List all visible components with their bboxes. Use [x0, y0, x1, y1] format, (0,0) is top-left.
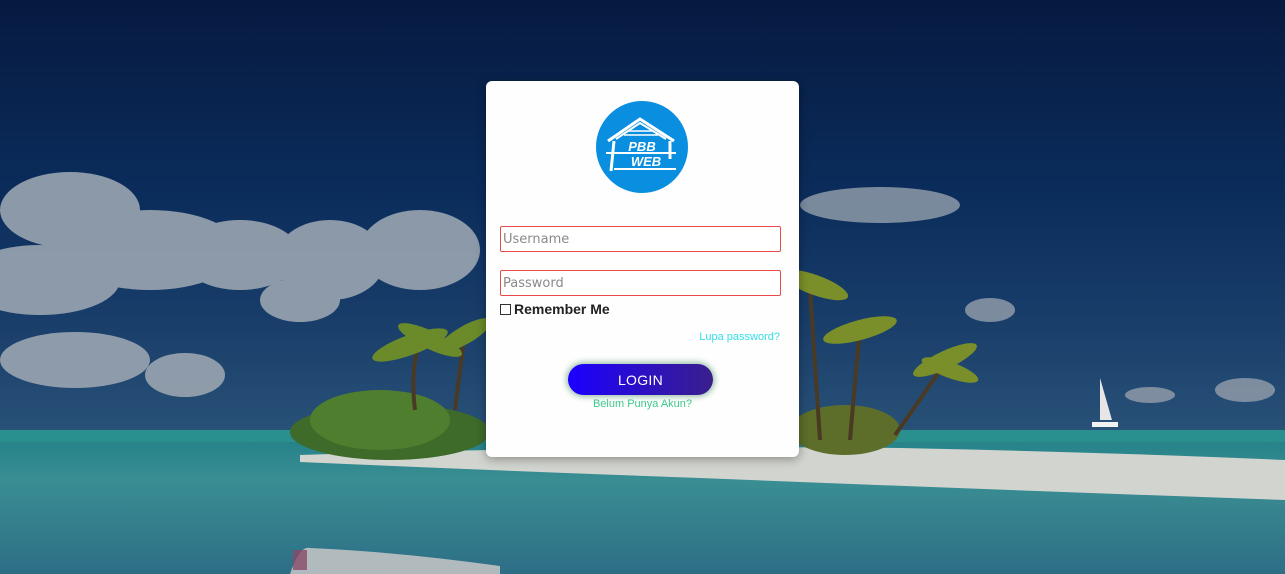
username-input[interactable] — [500, 226, 781, 252]
register-link[interactable]: Belum Punya Akun? — [486, 398, 799, 410]
remember-me-label: Remember Me — [514, 301, 610, 317]
password-input[interactable] — [500, 270, 781, 296]
svg-text:PBB: PBB — [628, 139, 655, 154]
remember-me-checkbox[interactable]: Remember Me — [500, 301, 610, 317]
pbb-web-logo: PBB WEB — [594, 101, 690, 193]
forgot-password-link[interactable]: Lupa password? — [699, 331, 780, 343]
checkbox-icon[interactable] — [500, 303, 511, 315]
svg-text:WEB: WEB — [631, 154, 661, 169]
login-button[interactable]: LOGIN — [568, 364, 713, 395]
login-card: PBB WEB Remember Me Lupa password? LOGIN… — [486, 81, 799, 457]
